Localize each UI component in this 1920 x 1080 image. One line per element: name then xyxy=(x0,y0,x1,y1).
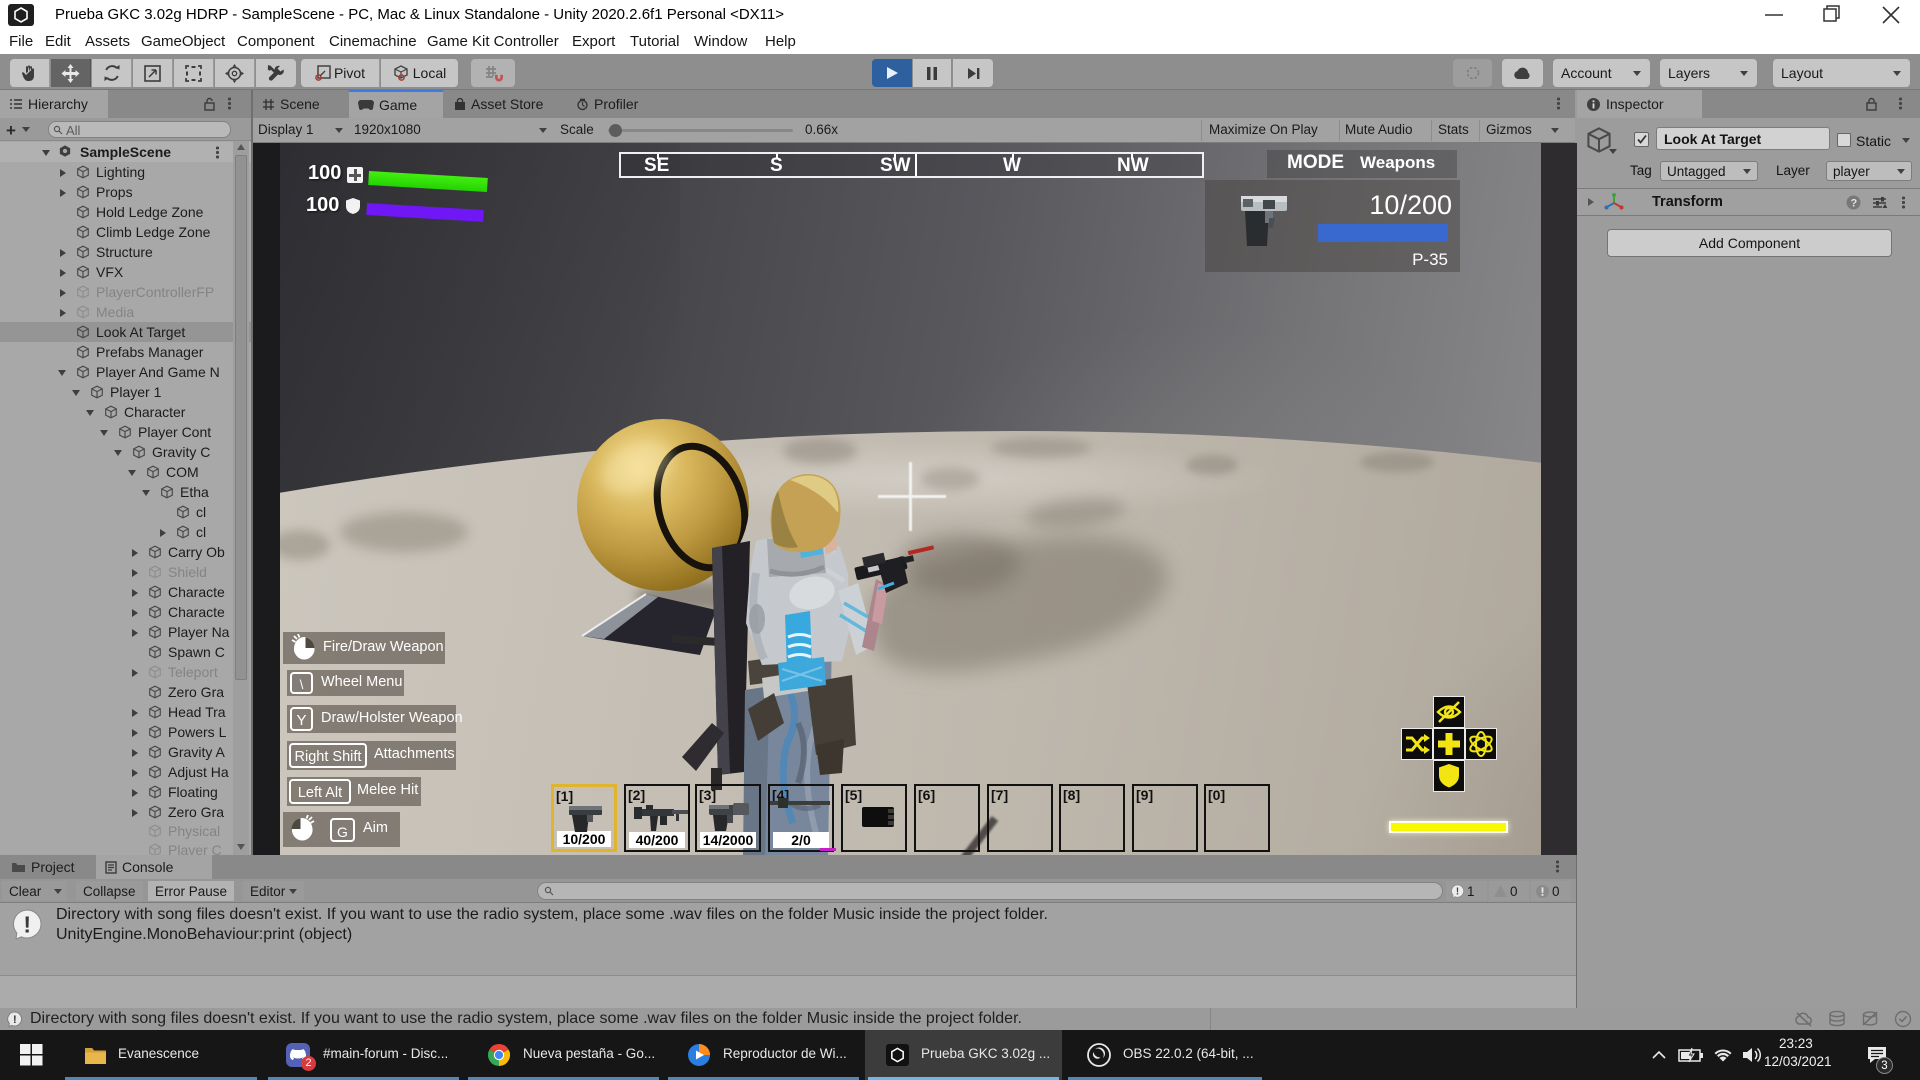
svg-text:?: ? xyxy=(1851,198,1858,210)
svg-text:!: ! xyxy=(1456,886,1459,897)
svg-text:!: ! xyxy=(13,1014,17,1026)
svg-text:!: ! xyxy=(23,911,31,937)
